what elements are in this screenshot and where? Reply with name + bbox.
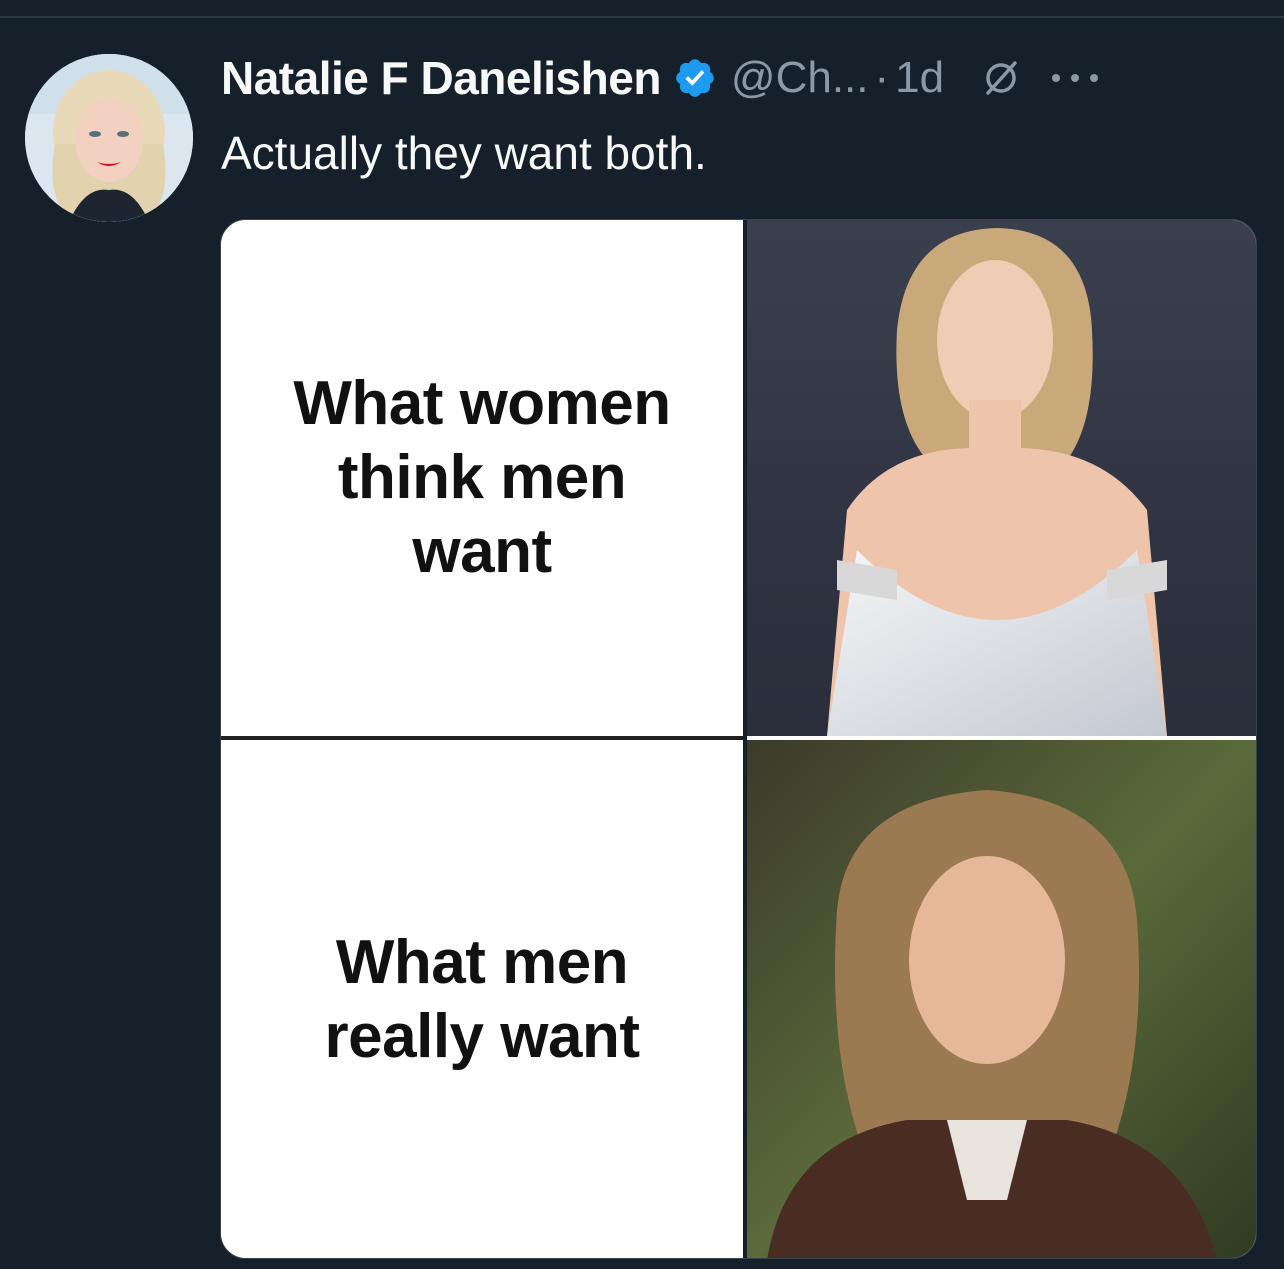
meme-caption-bottom-panel: What men really want bbox=[221, 740, 743, 1258]
no-reply-icon bbox=[980, 57, 1022, 99]
more-options-icon[interactable] bbox=[1048, 68, 1102, 88]
timestamp[interactable]: 1d bbox=[895, 53, 944, 103]
display-name[interactable]: Natalie F Danelishen bbox=[221, 51, 661, 105]
meme-caption-top: What women think men want bbox=[293, 369, 671, 586]
meme-caption-top-panel: What women think men want bbox=[221, 220, 743, 736]
separator-dot: · bbox=[874, 53, 890, 102]
user-handle[interactable]: @Ch... bbox=[731, 53, 869, 103]
meme-caption-bottom: What men really want bbox=[324, 928, 640, 1071]
meme-divider-horizontal bbox=[221, 736, 745, 740]
avatar[interactable] bbox=[25, 54, 193, 222]
tweet-media[interactable]: What women think men want What men reall… bbox=[220, 219, 1257, 1259]
top-divider bbox=[0, 16, 1284, 18]
meme-photo-top bbox=[747, 220, 1256, 736]
meme-divider-vertical bbox=[743, 220, 747, 1258]
tweet-header: Natalie F Danelishen @Ch... · 1d bbox=[221, 50, 1102, 106]
verified-badge-icon bbox=[673, 56, 717, 100]
meme-photo-bottom bbox=[747, 740, 1256, 1258]
tweet-text: Actually they want both. bbox=[221, 127, 707, 179]
